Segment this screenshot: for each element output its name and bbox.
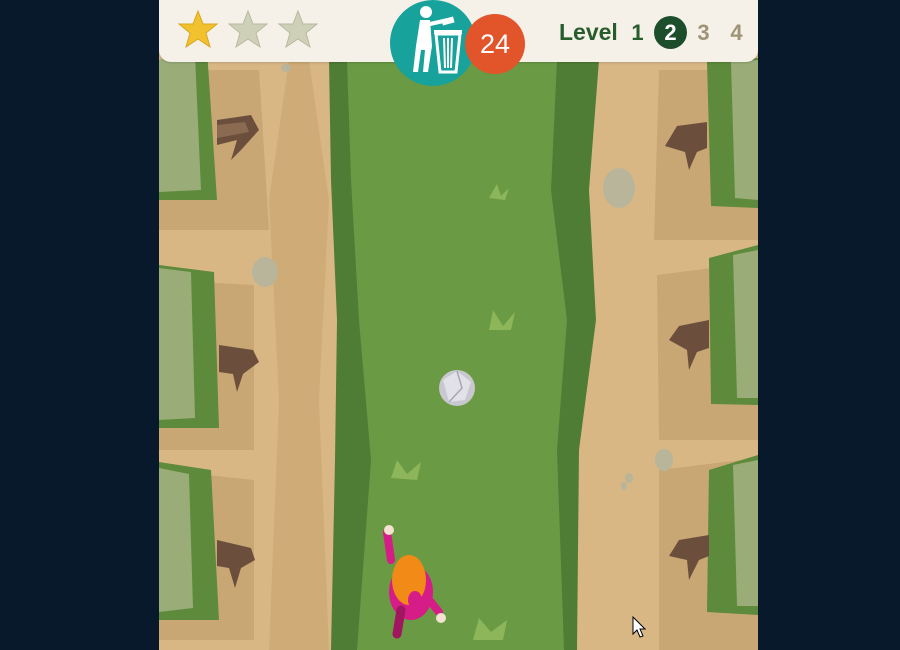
pebble xyxy=(625,473,633,483)
trash-bin-icon xyxy=(413,6,462,74)
level-4-button[interactable]: 4 xyxy=(720,16,753,49)
hedge-left-1 xyxy=(159,50,269,230)
game-area[interactable]: 24 Level 1 2 3 4 xyxy=(159,0,758,650)
rock xyxy=(252,257,278,287)
star-icon xyxy=(177,9,219,49)
level-label: Level xyxy=(559,19,618,45)
grass-strip xyxy=(347,60,567,650)
trash-ball[interactable] xyxy=(439,370,475,406)
level-1-button[interactable]: 1 xyxy=(621,16,654,49)
star-icon xyxy=(277,9,319,49)
level-2-button[interactable]: 2 xyxy=(654,16,687,49)
rock xyxy=(655,449,673,471)
trash-count-badge: 24 xyxy=(465,14,525,74)
level-3-button[interactable]: 3 xyxy=(687,16,720,49)
star-icon xyxy=(227,9,269,49)
hedge-right-1 xyxy=(654,58,758,240)
path-shadow-left xyxy=(269,60,329,650)
hud-bar: 24 Level 1 2 3 4 xyxy=(159,0,758,86)
rock xyxy=(603,168,635,208)
mouse-cursor-icon xyxy=(632,616,646,638)
pebble xyxy=(621,482,627,490)
trash-bin-badge xyxy=(390,0,476,86)
pebble xyxy=(281,64,291,72)
game-scene[interactable] xyxy=(159,0,758,650)
